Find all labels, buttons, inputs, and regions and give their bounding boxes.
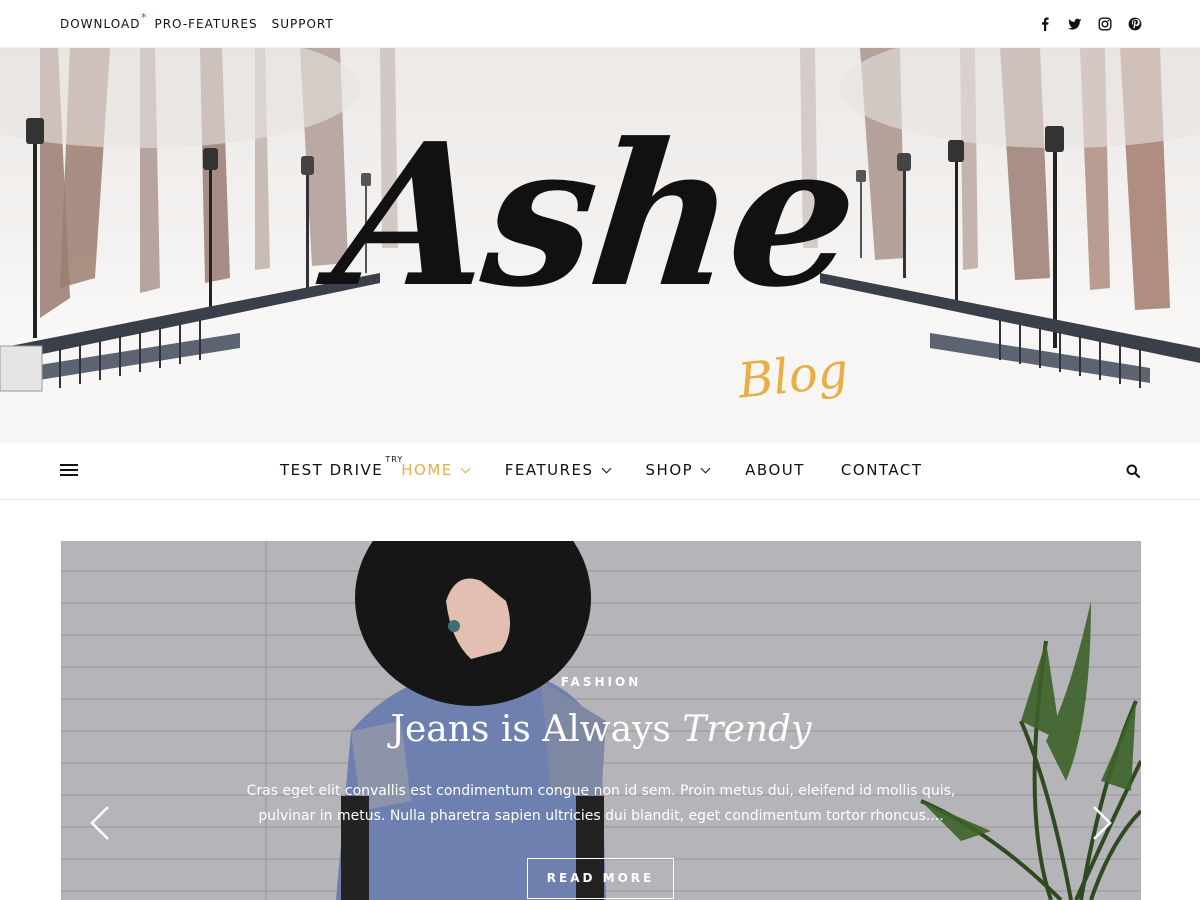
top-bar: DOWNLOAD * PRO-FEATURES SUPPORT bbox=[0, 0, 1200, 48]
featured-slider: FASHION Jeans is Always Trendy Cras eget… bbox=[61, 541, 1141, 900]
nav-item-label: FEATURES bbox=[504, 461, 594, 479]
twitter-icon[interactable] bbox=[1068, 17, 1082, 31]
site-header: Ashe Blog bbox=[0, 48, 1200, 442]
top-link-download[interactable]: DOWNLOAD * bbox=[60, 11, 147, 31]
nav-item-label: HOME bbox=[401, 461, 453, 479]
site-logo[interactable]: Ashe bbox=[326, 101, 864, 331]
top-link-pro-features[interactable]: PRO-FEATURES bbox=[154, 17, 257, 31]
chevron-down-icon bbox=[700, 463, 711, 473]
slide-category[interactable]: FASHION bbox=[61, 675, 1141, 689]
slide-excerpt: Cras eget elit convallis est condimentum… bbox=[246, 783, 956, 824]
nav-item-label: SHOP bbox=[645, 461, 694, 479]
main-navigation: TEST DRIVE TRY HOME FEATURES SHOP ABOUT … bbox=[0, 442, 1200, 500]
nav-item-features[interactable]: FEATURES bbox=[504, 461, 611, 479]
search-icon[interactable] bbox=[1126, 464, 1141, 479]
social-links bbox=[1038, 17, 1142, 31]
instagram-icon[interactable] bbox=[1098, 17, 1112, 31]
nav-menu: TEST DRIVE TRY HOME FEATURES SHOP ABOUT … bbox=[280, 455, 923, 479]
slide-caption: FASHION Jeans is Always Trendy Cras eget… bbox=[61, 541, 1141, 900]
nav-item-label: CONTACT bbox=[840, 461, 923, 479]
new-marker: * bbox=[140, 11, 148, 24]
slider-prev-arrow-icon[interactable] bbox=[89, 805, 111, 841]
site-logo-tagline: Blog bbox=[735, 342, 851, 410]
top-link-download-label: DOWNLOAD bbox=[60, 17, 141, 31]
slider-next-arrow-icon[interactable] bbox=[1091, 805, 1113, 841]
top-links: DOWNLOAD * PRO-FEATURES SUPPORT bbox=[60, 11, 334, 31]
slide-title[interactable]: Jeans is Always Trendy bbox=[61, 709, 1141, 750]
nav-item-contact[interactable]: CONTACT bbox=[841, 461, 923, 479]
nav-item-about[interactable]: ABOUT bbox=[745, 461, 805, 479]
chevron-down-icon bbox=[460, 463, 471, 473]
hamburger-menu-icon[interactable] bbox=[60, 464, 78, 478]
facebook-icon[interactable] bbox=[1038, 17, 1052, 31]
top-link-support[interactable]: SUPPORT bbox=[272, 17, 334, 31]
nav-item-label: TEST DRIVE bbox=[280, 461, 384, 479]
slide-title-plain: Jeans is Always bbox=[390, 709, 671, 750]
nav-item-test-drive[interactable]: TEST DRIVE TRY bbox=[280, 455, 402, 479]
chevron-down-icon bbox=[601, 463, 611, 473]
pinterest-icon[interactable] bbox=[1128, 17, 1142, 31]
slide-title-italic: Trendy bbox=[682, 709, 812, 750]
nav-item-home[interactable]: HOME bbox=[401, 461, 471, 479]
read-more-button[interactable]: READ MORE bbox=[527, 858, 674, 899]
nav-item-label: ABOUT bbox=[745, 461, 805, 479]
nav-item-shop[interactable]: SHOP bbox=[645, 461, 711, 479]
